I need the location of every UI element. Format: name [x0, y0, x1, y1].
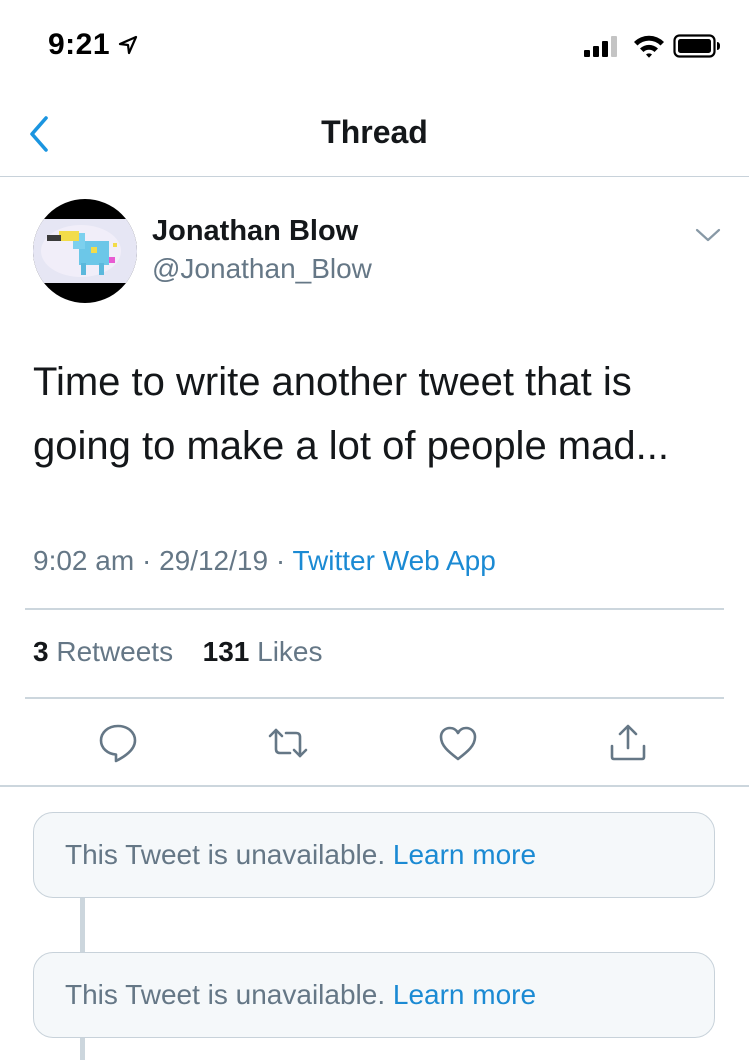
likes-label: Likes [257, 636, 323, 667]
likes-stat[interactable]: 131 Likes [203, 636, 323, 667]
tweet-date: 29/12/19 [159, 545, 269, 576]
tweet-meta: 9:02 am · 29/12/19 · Twitter Web App [33, 545, 496, 577]
location-arrow-icon [118, 35, 138, 55]
like-icon[interactable] [437, 722, 479, 764]
share-icon[interactable] [607, 722, 649, 764]
battery-icon [673, 34, 720, 58]
tweet-source-link[interactable]: Twitter Web App [292, 545, 495, 576]
retweets-label: Retweets [56, 636, 174, 667]
divider [25, 608, 724, 610]
learn-more-link[interactable]: Learn more [393, 839, 536, 870]
retweets-count: 3 [33, 636, 49, 667]
divider [25, 697, 724, 699]
avatar[interactable] [33, 199, 137, 303]
author-name[interactable]: Jonathan Blow [152, 215, 358, 248]
unavailable-text: This Tweet is unavailable. [65, 979, 386, 1010]
meta-separator: · [141, 545, 152, 576]
status-time: 9:21 [48, 28, 111, 61]
avatar-image [33, 199, 137, 303]
unavailable-tweet-card: This Tweet is unavailable. Learn more [33, 812, 715, 898]
learn-more-link[interactable]: Learn more [393, 979, 536, 1010]
status-bar: 9:21 [0, 0, 749, 90]
retweet-icon[interactable] [267, 722, 309, 764]
nav-header: Thread [0, 90, 749, 177]
tweet-time: 9:02 am [33, 545, 135, 576]
wifi-icon [634, 35, 664, 58]
page-title: Thread [321, 114, 428, 150]
author-handle[interactable]: @Jonathan_Blow [152, 253, 372, 285]
likes-count: 131 [202, 636, 250, 667]
divider [0, 785, 749, 787]
unavailable-text: This Tweet is unavailable. [65, 839, 386, 870]
retweets-stat[interactable]: 3 Retweets [33, 636, 181, 667]
thread-connector [80, 1038, 85, 1060]
tweet-text: Time to write another tweet that is goin… [33, 360, 669, 468]
cellular-signal-icon [584, 36, 617, 57]
reply-icon[interactable] [97, 722, 139, 764]
thread-connector [80, 898, 85, 952]
unavailable-tweet-card: This Tweet is unavailable. Learn more [33, 952, 715, 1038]
chevron-down-icon[interactable] [694, 224, 722, 246]
meta-separator: · [275, 545, 286, 576]
tweet-stats: 3 Retweets 131 Likes [33, 636, 323, 668]
